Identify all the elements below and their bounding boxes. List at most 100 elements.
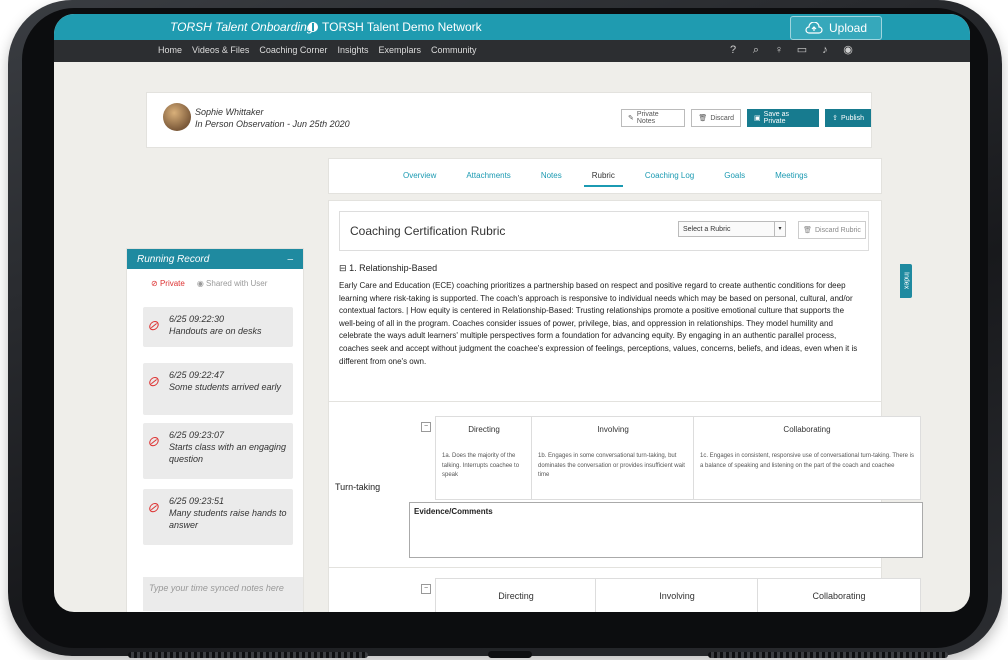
evidence-comments-field[interactable]: Evidence/Comments xyxy=(409,502,923,558)
nav-links: Home Videos & Files Coaching Corner Insi… xyxy=(158,45,477,55)
running-record-title: Running Record xyxy=(137,253,210,265)
eye-slash-icon: ⊘ xyxy=(147,433,159,449)
shared-label: Shared with User xyxy=(206,279,268,288)
nav-videos-files[interactable]: Videos & Files xyxy=(192,45,249,55)
tablet-device: TORSH Talent Onboarding TORSH Talent Dem… xyxy=(8,0,1002,658)
eye-slash-icon: ⊘ xyxy=(147,499,159,515)
tab-meetings[interactable]: Meetings xyxy=(775,171,807,180)
tab-coaching-log[interactable]: Coaching Log xyxy=(645,171,694,180)
level-name: Collaborating xyxy=(783,425,831,434)
running-record-header[interactable]: Running Record – xyxy=(127,249,303,269)
chevron-down-icon: ▾ xyxy=(774,222,785,236)
note-time: 6/25 09:23:07 xyxy=(169,430,225,440)
eye-slash-icon: ⊘ xyxy=(147,317,159,333)
user-avatar-icon[interactable]: ◉ xyxy=(841,43,855,57)
top-bar: TORSH Talent Onboarding TORSH Talent Dem… xyxy=(54,14,970,40)
private-notes-button[interactable]: ✎ Private Notes xyxy=(621,109,686,127)
level-collaborating[interactable]: Collaborating xyxy=(757,578,921,612)
search-icon[interactable]: ⌕ xyxy=(749,43,763,57)
publish-icon: ⇪ xyxy=(832,115,839,122)
nav-icons: ? ⌕ ♀ ▭ ♪ ◉ xyxy=(726,43,855,57)
private-label: Private xyxy=(159,279,185,288)
rubric-section: ⊟ 1. Relationship-Based Early Care and E… xyxy=(339,263,867,368)
visibility-toggle: ⊘ Private ◉ Shared with User xyxy=(127,269,303,288)
index-tab[interactable]: Index xyxy=(900,264,912,298)
rubric-panel: Coaching Certification Rubric Select a R… xyxy=(328,200,923,612)
section-title: 1. Relationship-Based xyxy=(349,263,438,273)
network-name: TORSH Talent Demo Network xyxy=(322,20,482,34)
level-description: 1b. Engages in some conversational turn-… xyxy=(538,453,685,478)
upload-label: Upload xyxy=(828,21,868,35)
bell-icon[interactable]: ♪ xyxy=(818,43,832,57)
trash-icon: 🗑 xyxy=(803,227,812,234)
network-icon xyxy=(308,22,318,32)
level-name: Involving xyxy=(597,425,629,434)
lightbulb-icon[interactable]: ♀ xyxy=(772,43,786,57)
level-directing[interactable]: Directing xyxy=(435,578,597,612)
running-record-panel: Running Record – ⊘ Private ◉ Shared with… xyxy=(126,248,304,612)
screen: TORSH Talent Onboarding TORSH Talent Dem… xyxy=(54,14,970,612)
calendar-icon[interactable]: ▭ xyxy=(795,43,809,57)
trash-icon: 🗑 xyxy=(698,115,708,122)
save-private-button[interactable]: ▣ Save as Private xyxy=(747,109,820,127)
level-involving[interactable]: Involving 1b. Engages in some conversati… xyxy=(531,416,695,500)
note-item[interactable]: ⊘ 6/25 09:22:47 Some students arrived ear… xyxy=(143,363,293,415)
rubric-title: Coaching Certification Rubric xyxy=(350,224,506,238)
level-collaborating[interactable]: Collaborating 1c. Engages in consistent,… xyxy=(693,416,921,500)
nav-bar: Home Videos & Files Coaching Corner Insi… xyxy=(54,40,970,62)
save-icon: ▣ xyxy=(754,115,761,122)
note-time: 6/25 09:22:30 xyxy=(169,314,225,324)
level-name: Directing xyxy=(498,591,534,601)
upload-button[interactable]: Upload xyxy=(790,16,882,40)
time-synced-notes-input[interactable]: Type your time synced notes here xyxy=(143,577,303,611)
nav-insights[interactable]: Insights xyxy=(337,45,368,55)
note-item[interactable]: ⊘ 6/25 09:22:30 Handouts are on desks xyxy=(143,307,293,347)
nav-community[interactable]: Community xyxy=(431,45,477,55)
note-time: 6/25 09:23:51 xyxy=(169,496,225,506)
collapse-icon[interactable]: − xyxy=(421,422,431,432)
charging-port xyxy=(488,651,532,658)
note-item[interactable]: ⊘ 6/25 09:23:51 Many students raise hands… xyxy=(143,489,293,545)
publish-button[interactable]: ⇪ Publish xyxy=(825,109,871,127)
discard-button[interactable]: 🗑 Discard xyxy=(691,109,742,127)
tab-overview[interactable]: Overview xyxy=(403,171,436,180)
cloud-upload-icon xyxy=(805,22,823,34)
section-header[interactable]: ⊟ 1. Relationship-Based xyxy=(339,263,867,274)
tab-list: Overview Attachments Notes Rubric Coachi… xyxy=(403,171,838,187)
note-item[interactable]: ⊘ 6/25 09:23:07 Starts class with an enga… xyxy=(143,423,293,479)
network-switcher[interactable]: TORSH Talent Demo Network xyxy=(308,20,482,34)
org-name[interactable]: TORSH Talent Onboarding xyxy=(170,20,313,34)
note-time: 6/25 09:22:47 xyxy=(169,370,225,380)
note-text: Many students raise hands to answer xyxy=(169,508,287,530)
discard-label: Discard xyxy=(710,114,735,122)
shared-toggle[interactable]: ◉ Shared with User xyxy=(197,279,268,288)
nav-home[interactable]: Home xyxy=(158,45,182,55)
rubric-row-turn-taking: Turn-taking − Directing 1a. Does the maj… xyxy=(329,401,923,582)
rubric-title-bar: Coaching Certification Rubric Select a R… xyxy=(339,211,869,251)
level-involving[interactable]: Involving xyxy=(595,578,759,612)
speaker-grille-right xyxy=(708,652,948,658)
eye-slash-icon: ⊘ xyxy=(147,373,159,389)
tab-attachments[interactable]: Attachments xyxy=(466,171,510,180)
rubric-select[interactable]: Select a Rubric ▾ xyxy=(678,221,786,237)
nav-exemplars[interactable]: Exemplars xyxy=(378,45,421,55)
pencil-icon: ✎ xyxy=(628,115,634,122)
level-grid: − Directing 1a. Does the majority of the… xyxy=(421,416,929,500)
collapse-icon[interactable]: – xyxy=(287,254,293,265)
help-icon[interactable]: ? xyxy=(726,43,740,57)
tab-rubric[interactable]: Rubric xyxy=(583,171,624,187)
collapse-icon[interactable]: ⊟ xyxy=(339,263,347,273)
level-name: Collaborating xyxy=(812,591,866,601)
nav-coaching-corner[interactable]: Coaching Corner xyxy=(259,45,327,55)
collapse-icon[interactable]: − xyxy=(421,584,431,594)
level-description: 1c. Engages in consistent, responsive us… xyxy=(700,453,915,469)
avatar xyxy=(163,103,191,131)
tab-goals[interactable]: Goals xyxy=(724,171,745,180)
discard-rubric-button[interactable]: 🗑 Discard Rubric xyxy=(798,221,866,239)
tab-notes[interactable]: Notes xyxy=(541,171,562,180)
teacher-name: Sophie Whittaker xyxy=(195,107,264,117)
private-toggle[interactable]: ⊘ Private xyxy=(151,279,185,288)
save-private-label: Save as Private xyxy=(763,111,789,125)
level-directing[interactable]: Directing 1a. Does the majority of the t… xyxy=(435,416,533,500)
note-text: Some students arrived early xyxy=(169,382,282,392)
